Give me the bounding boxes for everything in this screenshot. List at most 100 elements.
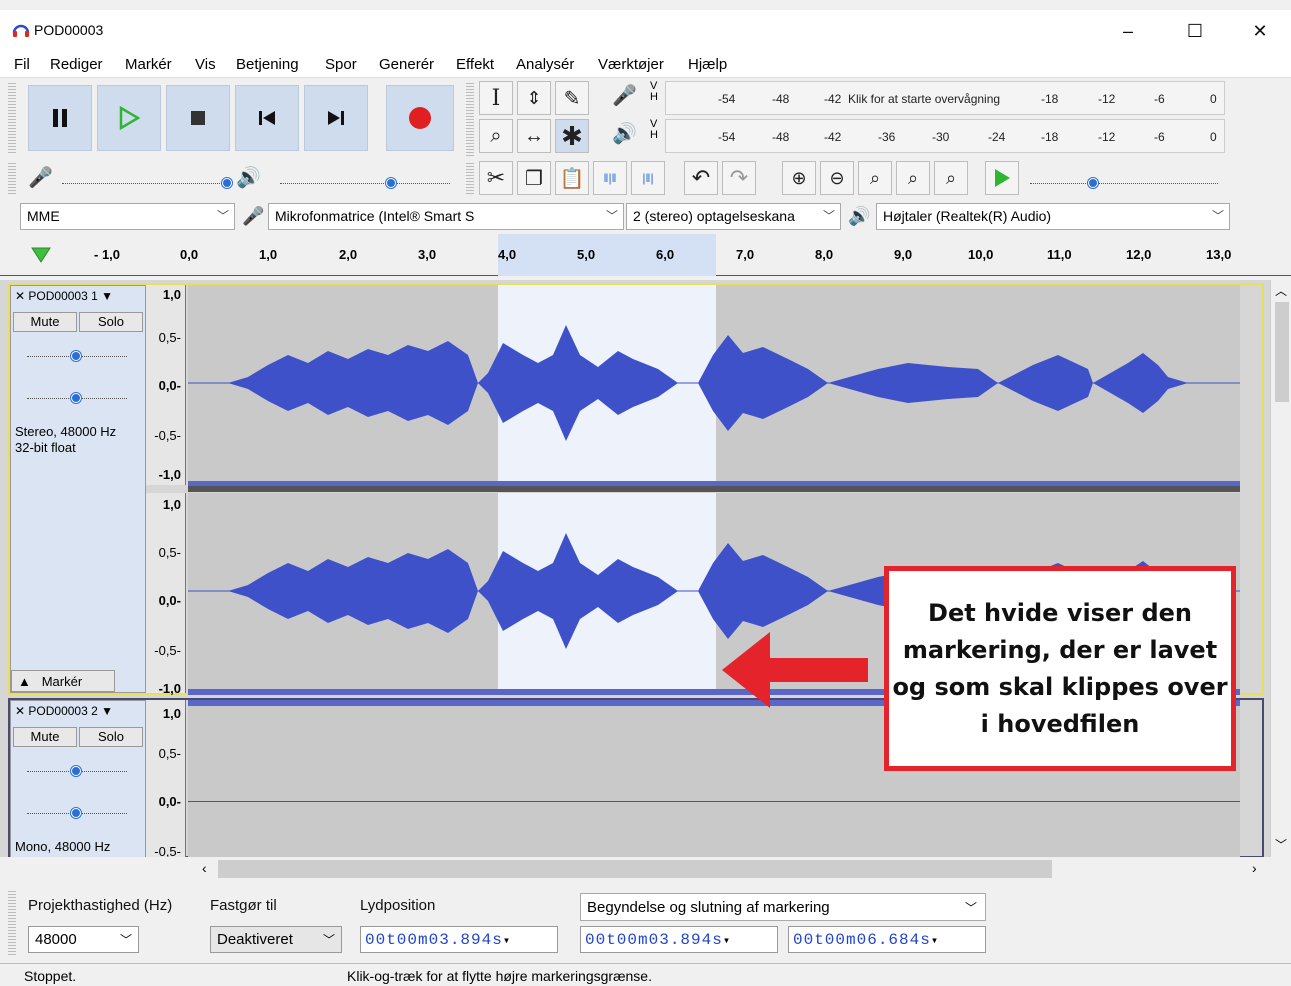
- monitor-hint[interactable]: Klik for at starte overvågning: [848, 92, 1000, 106]
- vertical-scroll-thumb[interactable]: [1275, 302, 1289, 402]
- scroll-left-icon[interactable]: ‹: [202, 860, 207, 876]
- record-meter[interactable]: -54 -48 -42 Klik for at starte overvågni…: [665, 81, 1225, 115]
- scroll-down-icon[interactable]: ﹀: [1275, 836, 1287, 853]
- app-window: POD00003 – ☐ ✕ Fil Rediger Markér Vis Be…: [0, 0, 1291, 986]
- play-at-speed-button[interactable]: [985, 161, 1019, 195]
- pause-button[interactable]: [28, 85, 92, 151]
- record-button[interactable]: [386, 85, 454, 151]
- snap-to-select[interactable]: Deaktiveret ﹀: [210, 926, 342, 953]
- selection-tool[interactable]: I: [479, 81, 513, 115]
- timeline-ruler[interactable]: - 1,0 0,0 1,0 2,0 3,0 4,0 5,0 6,0 7,0 8,…: [0, 234, 1291, 276]
- recording-device-select[interactable]: Mikrofonmatrice (Intel® Smart S ﹀: [268, 203, 624, 230]
- copy-button[interactable]: ❐: [517, 161, 551, 195]
- undo-button[interactable]: ↶: [684, 161, 718, 195]
- menu-hjaelp[interactable]: Hjælp: [688, 56, 727, 73]
- envelope-tool[interactable]: ⇕: [517, 81, 551, 115]
- ruler-selection[interactable]: [498, 234, 716, 276]
- tools-grip[interactable]: [466, 81, 474, 157]
- channel-separator[interactable]: [188, 486, 1240, 492]
- zoom-in-button[interactable]: ⊕: [782, 161, 816, 195]
- toolbar-grip[interactable]: [8, 81, 16, 153]
- audio-host-select[interactable]: MME ﹀: [20, 203, 235, 230]
- fit-project-button[interactable]: ⌕: [896, 161, 930, 195]
- track2-control-panel[interactable]: ✕ POD00003 2 ▼ Mute Solo Mono, 48000 Hz: [10, 700, 146, 857]
- project-rate-select[interactable]: 48000 ﹀: [28, 926, 139, 953]
- menu-vaerktojer[interactable]: Værktøjer: [598, 56, 664, 73]
- play-meter-speaker-icon[interactable]: 🔊: [612, 121, 637, 146]
- selection-mode-select[interactable]: Begyndelse og slutning af markering ﹀: [580, 893, 986, 921]
- selection-start-field[interactable]: 00t00m03.894s▾: [580, 926, 778, 953]
- zoom-out-button[interactable]: ⊖: [820, 161, 854, 195]
- input-mic-icon: 🎤: [242, 206, 265, 226]
- ruler-label: 5,0: [577, 247, 596, 262]
- track1-solo-button[interactable]: Solo: [79, 312, 143, 332]
- trim-button[interactable]: ‖|‖: [593, 161, 627, 195]
- horizontal-scrollbar[interactable]: ‹ ›: [188, 857, 1270, 882]
- menu-rediger[interactable]: Rediger: [50, 56, 103, 73]
- mixer-grip[interactable]: [8, 161, 16, 195]
- track2-pan-knob[interactable]: [71, 808, 81, 818]
- menu-effekt[interactable]: Effekt: [456, 56, 494, 73]
- play-button[interactable]: [97, 85, 161, 151]
- track2-name[interactable]: POD00003 2: [28, 704, 97, 718]
- play-volume-slider[interactable]: [280, 183, 450, 184]
- track1-header[interactable]: ✕ POD00003 1 ▼: [11, 286, 145, 308]
- record-meter-mic-icon[interactable]: 🎤: [612, 83, 637, 108]
- zoom-toggle-button[interactable]: ⌕: [934, 161, 968, 195]
- track2-solo-button[interactable]: Solo: [79, 727, 143, 747]
- track2-gain-knob[interactable]: [71, 766, 81, 776]
- track1-name[interactable]: POD00003 1: [28, 289, 97, 303]
- track1-select-button[interactable]: ▲ Markér: [11, 670, 115, 692]
- track1-left-channel[interactable]: [188, 285, 1240, 487]
- ruler-label: 3,0: [418, 247, 437, 262]
- draw-tool[interactable]: ✎: [555, 81, 589, 115]
- menu-genererer[interactable]: Generér: [379, 56, 434, 73]
- menu-analyser[interactable]: Analysér: [516, 56, 574, 73]
- timeline-options-button[interactable]: [26, 242, 56, 268]
- record-volume-knob[interactable]: [222, 178, 232, 188]
- ruler-label: 6,0: [656, 247, 675, 262]
- ruler-label: 7,0: [736, 247, 755, 262]
- cut-button[interactable]: ✂: [479, 161, 513, 195]
- play-meter[interactable]: -54 -48 -42 -36 -30 -24 -18 -12 -6 0: [665, 119, 1225, 153]
- play-speed-knob[interactable]: [1088, 178, 1098, 188]
- minimize-button[interactable]: –: [1105, 18, 1151, 44]
- track1-control-panel[interactable]: ✕ POD00003 1 ▼ Mute Solo Stereo, 48000 H…: [10, 285, 146, 693]
- fit-selection-button[interactable]: ⌕: [858, 161, 892, 195]
- track2-mute-button[interactable]: Mute: [13, 727, 77, 747]
- track2-header[interactable]: ✕ POD00003 2 ▼: [11, 701, 145, 723]
- maximize-button[interactable]: ☐: [1172, 18, 1218, 44]
- recording-channels-select[interactable]: 2 (stereo) optagelseskana ﹀: [626, 203, 841, 230]
- play-speed-slider[interactable]: [1030, 183, 1218, 184]
- horizontal-scroll-thumb[interactable]: [218, 860, 1052, 878]
- menu-spor[interactable]: Spor: [325, 56, 357, 73]
- audio-position-field[interactable]: 00t00m03.894s▾: [360, 926, 558, 953]
- scroll-up-icon[interactable]: ︿: [1275, 282, 1287, 299]
- track1-gain-knob[interactable]: [71, 351, 81, 361]
- track1-pan-knob[interactable]: [71, 393, 81, 403]
- stop-button[interactable]: [166, 85, 230, 151]
- skip-end-button[interactable]: [304, 85, 368, 151]
- redo-button[interactable]: ↷: [722, 161, 756, 195]
- annotation-callout: Det hvide viser den markering, der er la…: [884, 566, 1236, 771]
- selection-end-field[interactable]: 00t00m06.684s▾: [788, 926, 986, 953]
- play-volume-knob[interactable]: [386, 178, 396, 188]
- selection-toolbar-grip[interactable]: [8, 889, 16, 957]
- track1-mute-button[interactable]: Mute: [13, 312, 77, 332]
- playback-device-select[interactable]: Højtaler (Realtek(R) Audio) ﹀: [876, 203, 1230, 230]
- close-button[interactable]: ✕: [1237, 18, 1283, 44]
- menu-marker[interactable]: Markér: [125, 56, 172, 73]
- menu-betjening[interactable]: Betjening: [236, 56, 299, 73]
- menu-vis[interactable]: Vis: [195, 56, 216, 73]
- skip-start-button[interactable]: [235, 85, 299, 151]
- edit-grip[interactable]: [466, 161, 474, 195]
- multi-tool[interactable]: ✱: [555, 119, 589, 153]
- menu-fil[interactable]: Fil: [14, 56, 30, 73]
- timeshift-tool[interactable]: ↔: [517, 119, 551, 153]
- record-volume-slider[interactable]: [62, 183, 230, 184]
- scroll-right-icon[interactable]: ›: [1252, 860, 1257, 876]
- silence-button[interactable]: |‖|: [631, 161, 665, 195]
- vertical-scrollbar[interactable]: ︿ ﹀: [1270, 280, 1291, 857]
- paste-button[interactable]: 📋: [555, 161, 589, 195]
- zoom-tool[interactable]: ⌕: [479, 119, 513, 153]
